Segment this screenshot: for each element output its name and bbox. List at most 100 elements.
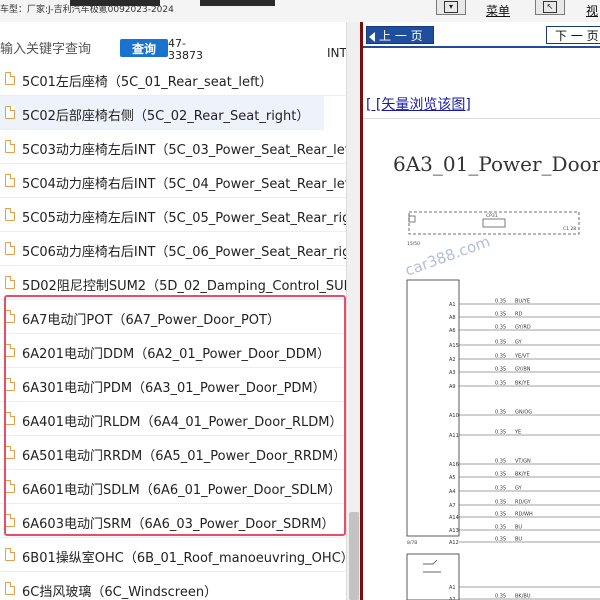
document-icon [5, 276, 15, 289]
pin-number: A4 [449, 489, 456, 495]
search-input[interactable] [0, 40, 112, 58]
wire-color: RD/GY [515, 500, 532, 506]
scrollbar[interactable] [346, 22, 360, 600]
document-icon [5, 72, 15, 85]
arrow-left-icon [369, 31, 375, 42]
wire-size: 0.35 [495, 325, 506, 331]
toolbar-button[interactable]: ↖ [535, 0, 565, 15]
pin-number: A10 [449, 413, 459, 419]
wire-color: GY [515, 486, 523, 492]
vector-view-link[interactable]: [ [矢量浏览该图] [366, 94, 471, 114]
wire-color: BK/YE [515, 381, 530, 387]
wire-size: 0.35 [495, 472, 506, 478]
wire-color: YE/VT [514, 354, 530, 360]
window-tab[interactable] [200, 0, 275, 6]
wire-color: GY/RD [515, 325, 531, 331]
wiring-diagram: CP31 C1 28 15/50 8/7B A1 0.35 BU/YE A8 0.35 R… [406, 211, 600, 600]
tag-label: 8/7B [407, 540, 417, 546]
list-item[interactable]: 5C01左后座椅（5C_01_Rear_seat_left） [0, 62, 346, 96]
pin-number: A2 [449, 357, 456, 363]
tag-label: 15/50 [407, 241, 420, 247]
pin-number: A1 [449, 302, 456, 308]
wire-color: RD [515, 312, 522, 318]
list-item-label: 6C挡风玻璃（6C_Windscreen） [22, 585, 218, 600]
wire-size: 0.35 [495, 299, 506, 305]
pin-number: A6 [449, 328, 456, 334]
vehicle-label: 车型：厂家:J-吉利汽车极氪0092023-2024 [0, 5, 174, 15]
pin-number: A8 [449, 315, 456, 321]
list-item[interactable]: 5C06动力座椅右后INT（5C_06_Power_Seat_Rear_righ [0, 232, 359, 266]
pin-number: A14 [449, 515, 459, 521]
wire-size: 0.35 [495, 354, 506, 360]
list-item-label: 5C04动力座椅右后INT（5C_04_Power_Seat_Rear_left… [22, 177, 360, 192]
int-label: INT [327, 46, 347, 60]
wire-color: RD/WH [515, 512, 533, 518]
wire-size: 0.35 [495, 381, 506, 387]
document-icon [5, 548, 15, 561]
wire-size: 0.35 [495, 312, 506, 318]
document-icon [5, 242, 15, 255]
list-item-label: 5C03动力座椅左后INT（5C_03_Power_Seat_Rear_left… [22, 143, 360, 158]
next-page-button[interactable]: 下 一 页 [546, 26, 600, 44]
divider-line [363, 118, 600, 119]
prev-page-button[interactable]: 上 一 页 [366, 26, 434, 44]
toolbar-icon: ↖ [543, 1, 557, 13]
wire-color: GY [515, 340, 523, 346]
wire-size: 0.35 [495, 537, 506, 543]
wire-size: 0.35 [495, 486, 506, 492]
list-item[interactable]: 5C02后部座椅右侧（5C_02_Rear_Seat_right） [0, 96, 324, 130]
pin-number: A1 [449, 585, 456, 591]
search-button[interactable]: 查询 [120, 39, 168, 57]
list-item-label: 5D02阻尼控制SUM2（5D_02_Damping_Control_SUM [22, 279, 355, 294]
list-item-label: 5C05动力座椅左后INT（5C_05_Power_Seat_Rear_righ [22, 211, 359, 226]
wire-color: VT/GN [515, 459, 531, 465]
pin-number: A5 [449, 475, 456, 481]
wire-size: 0.35 [495, 430, 506, 436]
top-bar: 车型：厂家:J-吉利汽车极氪0092023-2024 ▾ 菜单 ↖ 视 [0, 0, 600, 23]
pin-number: A7 [449, 503, 456, 509]
list-item[interactable]: 6B01操纵室OHC（6B_01_Roof_manoeuvring_OHC） [0, 538, 354, 572]
wire-size: 0.35 [495, 410, 506, 416]
viewer-nav: 上 一 页 下 一 页 [363, 22, 600, 48]
wire-color: BK/BU [515, 594, 531, 600]
connector-label: CP31 [486, 213, 498, 219]
toolbar-icon: ▾ [444, 1, 458, 13]
wire-color: BU [515, 537, 522, 543]
document-icon [5, 582, 15, 595]
wire-size: 0.35 [495, 525, 506, 531]
document-icon [5, 174, 15, 187]
menu-link[interactable]: 菜单 [486, 2, 510, 19]
wire-size: 0.35 [495, 340, 506, 346]
pin-number: A11 [449, 433, 459, 439]
pin-number: A15 [449, 343, 459, 349]
list-item-label: 5C01左后座椅（5C_01_Rear_seat_left） [22, 75, 273, 90]
pin-rows: A1 0.35 BU/YE A8 0.35 RD A6 0.35 GY/RD A15 0.35 GY A… [449, 299, 600, 600]
wire-color: BU/YE [515, 299, 530, 305]
list-item-label: 6B01操纵室OHC（6B_01_Roof_manoeuvring_OHC） [22, 551, 354, 566]
view-link[interactable]: 视 [586, 2, 598, 19]
list-item-label: 5C06动力座椅右后INT（5C_06_Power_Seat_Rear_righ [22, 245, 359, 260]
list-item[interactable]: 6C挡风玻璃（6C_Windscreen） [0, 572, 346, 600]
list-item[interactable]: 5C05动力座椅左后INT（5C_05_Power_Seat_Rear_righ [0, 198, 359, 232]
document-icon [5, 208, 15, 221]
wire-size: 0.35 [495, 594, 506, 600]
list-item[interactable]: 5C03动力座椅左后INT（5C_03_Power_Seat_Rear_left… [0, 130, 360, 164]
result-count: 47-33873 [168, 37, 203, 62]
connector-id: C1 28 [563, 226, 576, 232]
wire-color: BK/YE [515, 472, 530, 478]
toolbar-button[interactable]: ▾ [436, 0, 466, 15]
wire-size: 0.35 [495, 500, 506, 506]
pin-number: A16 [449, 462, 459, 468]
scrollbar-thumb[interactable] [349, 512, 359, 600]
list-item[interactable]: 5C04动力座椅右后INT（5C_04_Power_Seat_Rear_left… [0, 164, 360, 198]
document-panel: 查询 47-33873 INT 5C01左后座椅（5C_01_Rear_seat… [0, 22, 360, 600]
pin-number: A13 [449, 528, 459, 534]
wire-color: BU [515, 525, 522, 531]
document-icon [5, 106, 15, 119]
list-item-label: 5C02后部座椅右侧（5C_02_Rear_Seat_right） [22, 109, 310, 124]
prev-page-label: 上 一 页 [379, 29, 423, 43]
document-icon [5, 140, 15, 153]
pin-number: A9 [449, 384, 456, 390]
wire-color: YE [514, 430, 521, 436]
wire-size: 0.35 [495, 459, 506, 465]
